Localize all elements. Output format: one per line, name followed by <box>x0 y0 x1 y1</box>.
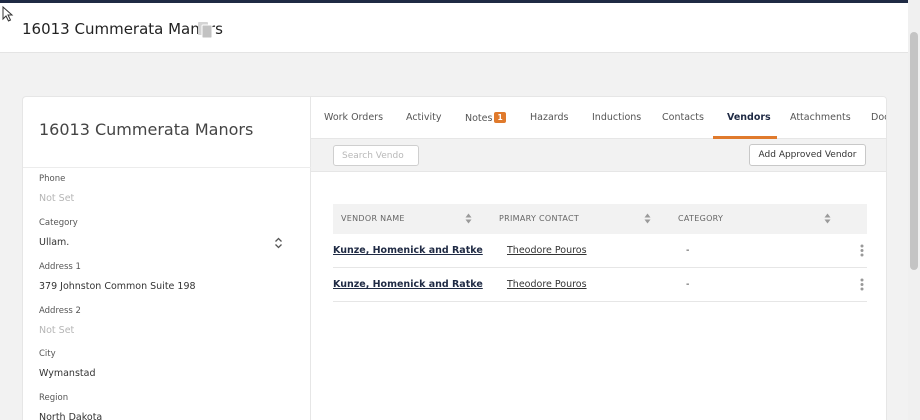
divider <box>23 167 311 168</box>
select-chevron-icon[interactable] <box>274 237 283 249</box>
tab-inductions[interactable]: Inductions <box>592 112 641 123</box>
tab-documents[interactable]: Doc <box>871 112 886 123</box>
add-approved-vendor-button[interactable]: Add Approved Vendor <box>749 144 866 166</box>
property-title: 16013 Cummerata Manors <box>39 120 254 139</box>
tab-vendors[interactable]: Vendors <box>727 112 771 123</box>
category-cell: - <box>686 279 690 290</box>
column-category[interactable]: CATEGORY <box>678 214 723 223</box>
sort-icon[interactable] <box>824 213 831 224</box>
scrollbar-thumb[interactable] <box>910 32 918 270</box>
address1-value[interactable]: 379 Johnston Common Suite 198 <box>39 281 196 292</box>
search-input[interactable] <box>333 145 419 166</box>
sort-icon[interactable] <box>465 213 472 224</box>
primary-contact-link[interactable]: Theodore Pouros <box>507 245 587 256</box>
tab-work-orders[interactable]: Work Orders <box>324 112 383 123</box>
tab-activity[interactable]: Activity <box>406 112 442 123</box>
more-options-icon[interactable] <box>860 278 864 291</box>
page-header: 16013 Cummerata Manors <box>0 3 908 53</box>
copy-icon[interactable] <box>197 21 213 39</box>
property-card: 16013 Cummerata Manors Phone Not Set Cat… <box>22 96 887 420</box>
vendors-toolbar: Add Approved Vendor <box>311 139 886 172</box>
table-row: Kunze, Homenick and Ratke Theodore Pouro… <box>333 268 867 302</box>
category-label: Category <box>39 218 78 228</box>
tab-contacts[interactable]: Contacts <box>662 112 704 123</box>
tab-bar: Work Orders Activity Notes 1 Hazards Indu… <box>311 97 886 139</box>
city-value[interactable]: Wymanstad <box>39 368 95 379</box>
address2-value[interactable]: Not Set <box>39 325 74 336</box>
address2-label: Address 2 <box>39 306 81 316</box>
phone-value[interactable]: Not Set <box>39 193 74 204</box>
more-options-icon[interactable] <box>860 244 864 257</box>
vendors-table: VENDOR NAME PRIMARY CONTACT CATEGORY Kun… <box>333 204 867 302</box>
page-scrollbar[interactable] <box>908 0 920 420</box>
notes-count-badge: 1 <box>494 112 506 123</box>
column-primary-contact[interactable]: PRIMARY CONTACT <box>499 214 579 223</box>
table-header: VENDOR NAME PRIMARY CONTACT CATEGORY <box>333 204 867 234</box>
mouse-cursor-icon <box>2 6 14 22</box>
primary-contact-link[interactable]: Theodore Pouros <box>507 279 587 290</box>
vendor-name-link[interactable]: Kunze, Homenick and Ratke <box>333 245 483 256</box>
region-label: Region <box>39 393 69 403</box>
column-vendor-name[interactable]: VENDOR NAME <box>341 214 405 223</box>
table-row: Kunze, Homenick and Ratke Theodore Pouro… <box>333 234 867 268</box>
tab-attachments[interactable]: Attachments <box>790 112 851 123</box>
property-details-panel: 16013 Cummerata Manors Phone Not Set Cat… <box>23 97 311 420</box>
tab-notes-label: Notes <box>465 113 493 124</box>
phone-label: Phone <box>39 174 66 184</box>
vendor-name-link[interactable]: Kunze, Homenick and Ratke <box>333 279 483 290</box>
category-select[interactable]: Ullam. <box>39 237 69 248</box>
sort-icon[interactable] <box>644 213 651 224</box>
tabs-panel: Work Orders Activity Notes 1 Hazards Indu… <box>311 97 886 420</box>
city-label: City <box>39 349 56 359</box>
category-cell: - <box>686 245 690 256</box>
tab-notes[interactable]: Notes 1 <box>465 112 506 124</box>
tab-hazards[interactable]: Hazards <box>530 112 569 123</box>
address1-label: Address 1 <box>39 262 81 272</box>
region-value[interactable]: North Dakota <box>39 412 102 420</box>
page-title: 16013 Cummerata Manors <box>22 20 223 38</box>
